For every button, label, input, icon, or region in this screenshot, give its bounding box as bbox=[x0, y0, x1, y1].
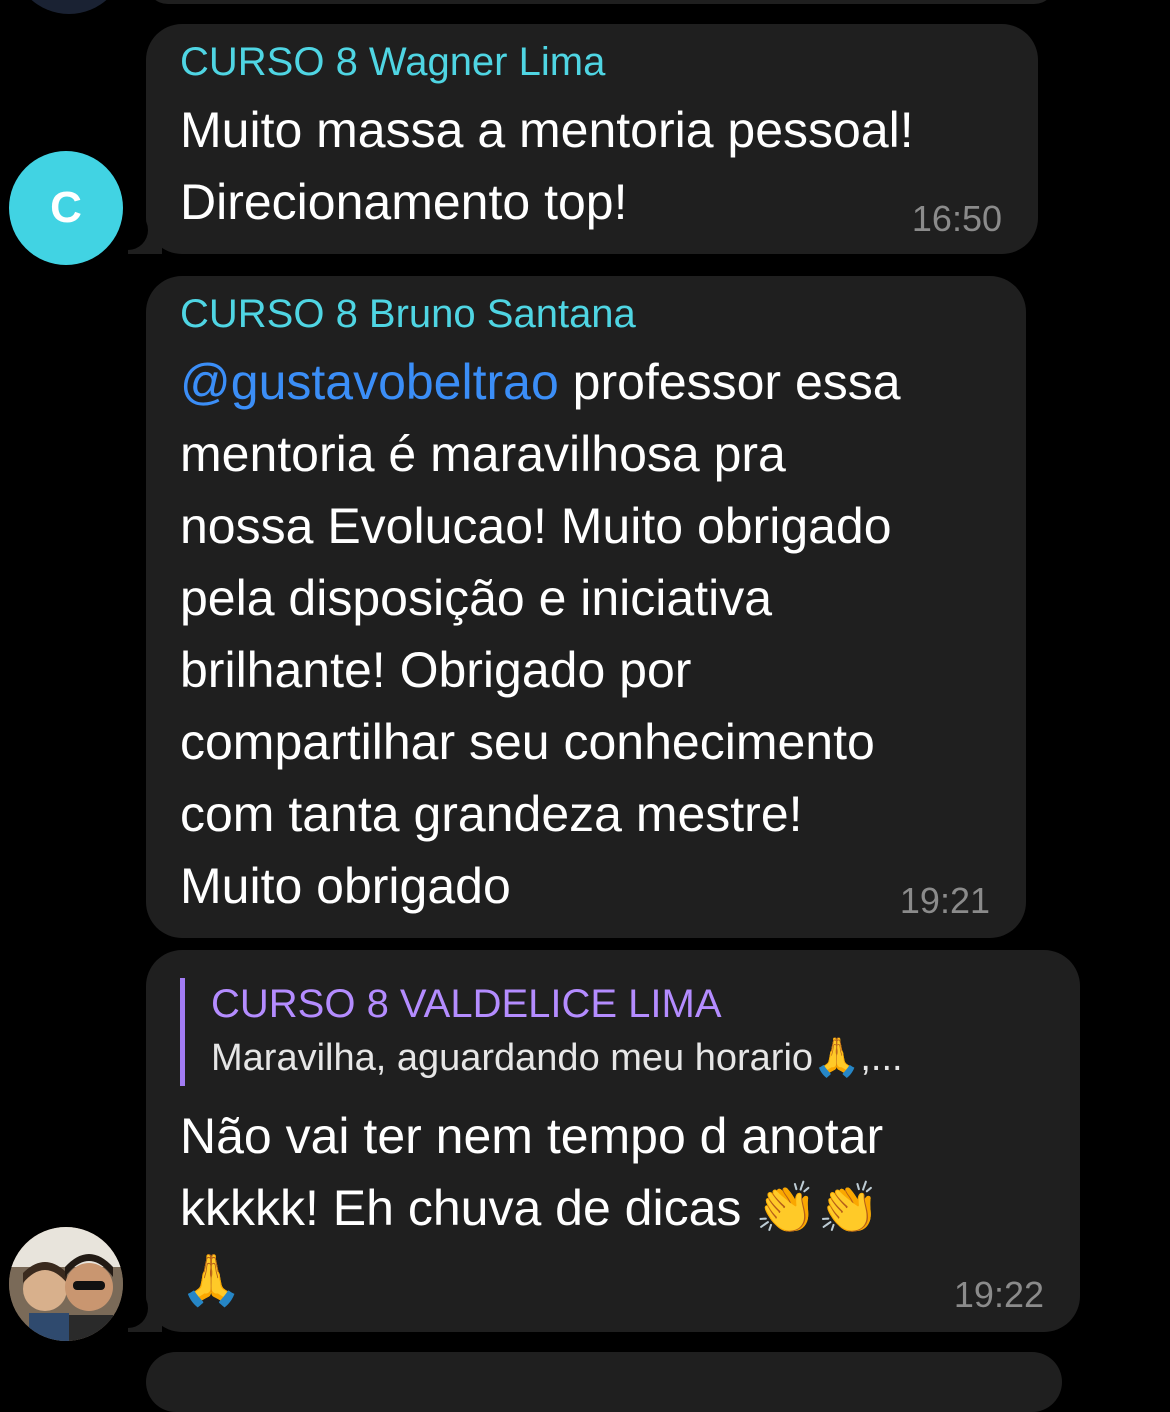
previous-avatar[interactable] bbox=[12, 0, 126, 14]
message-time: 16:50 bbox=[911, 198, 1002, 239]
message-bubble[interactable]: CURSO 8 Wagner Lima Muito massa a mentor… bbox=[146, 24, 1038, 254]
message-bubble[interactable]: CURSO 8 Bruno Santana @gustavobeltrao pr… bbox=[146, 276, 1026, 938]
reply-sender-name: CURSO 8 VALDELICE LIMA bbox=[211, 982, 722, 1026]
previous-message-bubble[interactable] bbox=[146, 0, 1056, 4]
reply-text: Maravilha, aguardando meu horario🙏,... bbox=[211, 1037, 903, 1079]
mention-link[interactable]: @gustavobeltrao bbox=[180, 354, 559, 410]
sender-avatar[interactable]: C bbox=[9, 151, 123, 265]
message-bubble[interactable]: CURSO 8 VALDELICE LIMA Maravilha, aguard… bbox=[146, 950, 1080, 1332]
next-message-bubble[interactable] bbox=[146, 1352, 1062, 1412]
message-text: Não vai ter nem tempo d anotar kkkkk! Eh… bbox=[180, 1108, 884, 1308]
avatar-photo-icon bbox=[9, 1227, 123, 1341]
bubble-tail bbox=[108, 210, 162, 254]
avatar-letter: C bbox=[50, 183, 82, 232]
message-time: 19:22 bbox=[953, 1274, 1044, 1315]
reply-quote[interactable]: CURSO 8 VALDELICE LIMA Maravilha, aguard… bbox=[180, 978, 1046, 1086]
message-time: 19:21 bbox=[899, 880, 990, 921]
message-text: @gustavobeltrao professor essa mentoria … bbox=[180, 346, 992, 922]
user-photo-avatar[interactable] bbox=[9, 1227, 123, 1341]
message-body: professor essa mentoria é maravilhosa pr… bbox=[180, 354, 901, 914]
sender-name[interactable]: CURSO 8 Bruno Santana bbox=[180, 290, 992, 338]
message-text: Muito massa a mentoria pessoal! Direcion… bbox=[180, 102, 914, 230]
sender-name[interactable]: CURSO 8 Wagner Lima bbox=[180, 38, 1004, 86]
bubble-tail bbox=[108, 1288, 162, 1332]
